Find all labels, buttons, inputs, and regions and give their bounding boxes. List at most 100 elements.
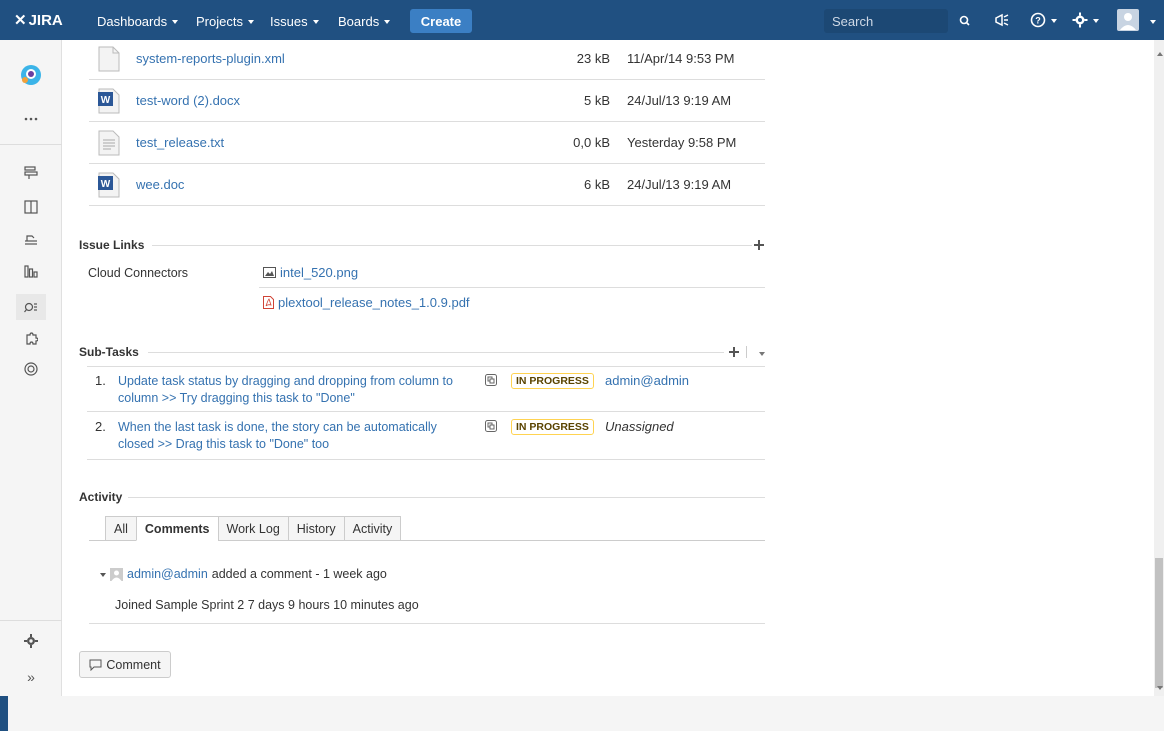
nav-issues-label: Issues	[270, 13, 308, 29]
section-divider	[148, 352, 724, 353]
attachment-size: 23 kB	[576, 51, 610, 66]
nav-issues[interactable]: Issues	[270, 12, 319, 30]
status-badge[interactable]: IN PROGRESS	[511, 419, 594, 435]
attachment-name[interactable]: wee.doc	[136, 177, 184, 192]
svg-text:W: W	[101, 179, 111, 190]
subtasks-heading: Sub-Tasks	[79, 345, 139, 359]
notifications-icon[interactable]	[994, 10, 1010, 30]
releases-icon[interactable]	[22, 230, 40, 248]
linked-item[interactable]: plextool_release_notes_1.0.9.pdf	[263, 295, 470, 310]
chevron-down-icon	[1051, 18, 1057, 23]
attachment-size: 0,0 kB	[573, 135, 610, 150]
backlog-icon[interactable]	[22, 164, 40, 182]
comment-button-label: Comment	[106, 657, 161, 672]
comment-meta: added a comment - 1 week ago	[211, 567, 387, 581]
gear-icon[interactable]	[1072, 10, 1099, 30]
activity-tabs: All Comments Work Log History Activity	[105, 516, 402, 541]
add-link-icon[interactable]	[754, 240, 764, 250]
project-settings-icon[interactable]	[22, 632, 40, 650]
user-avatar[interactable]	[1117, 9, 1139, 31]
scroll-up-icon[interactable]	[1157, 52, 1163, 56]
tab-work-log[interactable]: Work Log	[217, 516, 288, 541]
board-icon[interactable]	[22, 198, 40, 216]
search-icon[interactable]	[958, 14, 972, 28]
collapse-comment-icon[interactable]	[100, 572, 106, 577]
comment-author[interactable]: admin@admin	[127, 567, 208, 581]
comment-button[interactable]: Comment	[79, 651, 171, 678]
comment-header: admin@admin added a comment - 1 week ago	[100, 567, 387, 581]
word-icon: W	[98, 172, 120, 198]
word-icon: W	[98, 88, 120, 114]
chevron-down-icon	[172, 19, 179, 24]
add-ons-icon[interactable]	[22, 330, 40, 348]
issues-search-icon[interactable]	[16, 294, 46, 320]
jira-logo-icon: ✕	[14, 12, 27, 29]
expand-sidebar-icon[interactable]: »	[22, 668, 40, 686]
nav-boards[interactable]: Boards	[338, 12, 391, 30]
project-sidebar: »	[0, 40, 62, 696]
issue-links-heading: Issue Links	[79, 238, 145, 252]
linked-item[interactable]: intel_520.png	[263, 265, 358, 280]
tab-comments[interactable]: Comments	[135, 516, 218, 541]
linked-item-label: plextool_release_notes_1.0.9.pdf	[278, 295, 470, 310]
attachment-date: Yesterday 9:58 PM	[627, 135, 737, 150]
attachment-row[interactable]: test_release.txt 0,0 kB Yesterday 9:58 P…	[89, 122, 765, 164]
chevron-down-icon	[247, 19, 254, 24]
subtask-type-icon	[485, 420, 497, 432]
attachment-row[interactable]: W test-word (2).docx 5 kB 24/Jul/13 9:19…	[89, 80, 765, 122]
attachment-name[interactable]: test_release.txt	[136, 135, 224, 150]
subtask-assignee: Unassigned	[605, 419, 674, 434]
linked-item-label: intel_520.png	[280, 265, 359, 280]
attachment-size: 6 kB	[583, 177, 610, 192]
nav-projects-label: Projects	[196, 13, 243, 29]
comment-body: Joined Sample Sprint 2 7 days 9 hours 10…	[115, 598, 419, 612]
subtask-summary[interactable]: Update task status by dragging and dropp…	[118, 373, 458, 407]
help-icon[interactable]: ?	[1030, 10, 1057, 30]
svg-text:?: ?	[1035, 16, 1041, 26]
project-avatar[interactable]	[20, 64, 42, 86]
text-file-icon	[98, 130, 120, 156]
chevron-down-icon[interactable]	[759, 352, 765, 356]
image-icon	[263, 267, 276, 278]
scroll-down-icon[interactable]	[1157, 686, 1163, 690]
sidebar-divider	[0, 620, 62, 621]
attachment-name[interactable]: test-word (2).docx	[136, 93, 240, 108]
attachment-row[interactable]: W wee.doc 6 kB 24/Jul/13 9:19 AM	[89, 164, 765, 206]
attachment-date: 24/Jul/13 9:19 AM	[627, 93, 732, 108]
subtask-summary[interactable]: When the last task is done, the story ca…	[118, 419, 458, 453]
status-badge[interactable]: IN PROGRESS	[511, 373, 594, 389]
avatar	[110, 567, 123, 581]
nav-projects[interactable]: Projects	[196, 12, 254, 30]
subtask-row[interactable]: 1. Update task status by dragging and dr…	[87, 366, 765, 412]
subtask-assignee[interactable]: admin@admin	[605, 373, 689, 388]
nav-dashboards[interactable]: Dashboards	[97, 12, 179, 30]
subtask-row[interactable]: 2. When the last task is done, the story…	[87, 412, 765, 460]
page-footer-area	[0, 696, 1164, 731]
attachment-row[interactable]: system-reports-plugin.xml 23 kB 11/Apr/1…	[89, 38, 765, 80]
chevron-down-icon	[1093, 18, 1099, 23]
components-icon[interactable]	[22, 360, 40, 378]
attachment-name[interactable]: system-reports-plugin.xml	[136, 51, 285, 66]
scrollbar-thumb[interactable]	[1155, 558, 1163, 688]
nav-dashboards-label: Dashboards	[97, 13, 168, 29]
comment-icon	[89, 659, 102, 671]
more-icon[interactable]	[22, 110, 40, 128]
sidebar-divider	[0, 144, 62, 145]
attachment-date: 24/Jul/13 9:19 AM	[627, 177, 732, 192]
separator	[746, 346, 747, 358]
create-button[interactable]: Create	[410, 9, 472, 33]
activity-heading: Activity	[79, 490, 123, 504]
tab-all[interactable]: All	[105, 516, 136, 541]
file-icon	[98, 46, 120, 72]
jira-logo[interactable]: ✕ JIRA	[14, 10, 84, 30]
tab-history[interactable]: History	[287, 516, 344, 541]
tab-activity[interactable]: Activity	[343, 516, 402, 541]
add-subtask-icon[interactable]	[729, 347, 739, 357]
section-divider	[128, 497, 765, 498]
subtask-number: 2.	[95, 419, 106, 434]
subtask-number: 1.	[95, 373, 106, 388]
subtask-type-icon	[485, 374, 497, 386]
search-input[interactable]: Search	[824, 9, 948, 33]
top-navigation: ✕ JIRA Dashboards Projects Issues Boards…	[0, 0, 1164, 40]
reports-icon[interactable]	[22, 262, 40, 280]
